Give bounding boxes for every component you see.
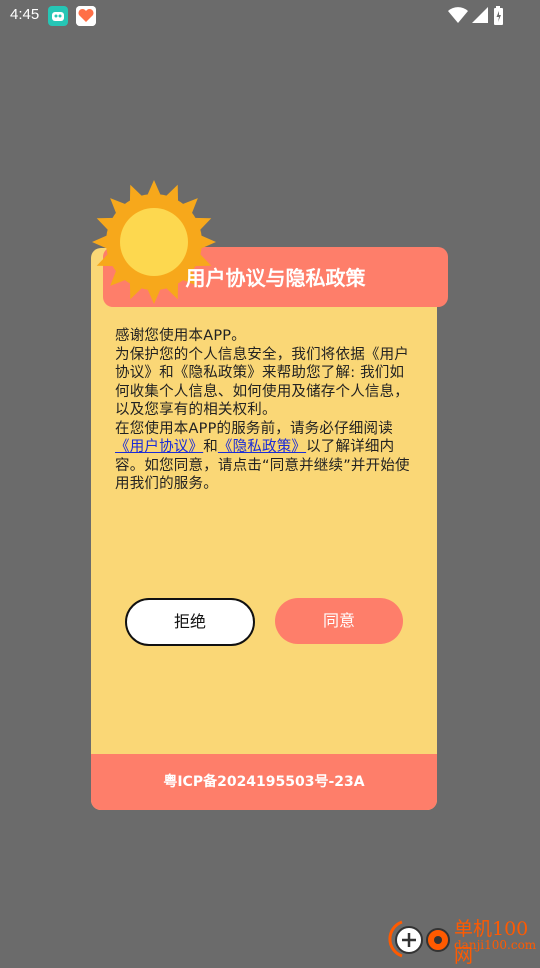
watermark-logo-icon xyxy=(388,920,450,958)
body-conjunction: 和 xyxy=(203,439,218,455)
status-bar: 4:45 xyxy=(0,0,540,32)
icp-footer: 粤ICP备2024195503号-23A xyxy=(91,754,437,810)
dialog-title: 用户协议与隐私政策 xyxy=(185,266,366,290)
body-line-read: 在您使用本APP的服务前，请务必仔细阅读《用户协议》和《隐私政策》以了解详细内容… xyxy=(115,420,415,494)
privacy-policy-link[interactable]: 《隐私政策》 xyxy=(218,439,306,455)
dialog-body: 感谢您使用本APP。 为保护您的个人信息安全，我们将依据《用户协议》和《隐私政策… xyxy=(115,327,415,494)
watermark: 单机100网 danji100.com xyxy=(388,912,538,967)
watermark-url: danji100.com xyxy=(454,938,537,952)
body-line-intro: 为保护您的个人信息安全，我们将依据《用户协议》和《隐私政策》来帮助您了解: 我们… xyxy=(115,346,409,419)
reject-button[interactable]: 拒绝 xyxy=(125,598,255,646)
game-controller-app-icon xyxy=(48,6,68,26)
signal-icon xyxy=(471,6,489,28)
wifi-icon xyxy=(448,6,468,28)
body-line-thanks: 感谢您使用本APP。 xyxy=(115,328,246,344)
status-time: 4:45 xyxy=(10,6,40,23)
body-read-prefix: 在您使用本APP的服务前，请务必仔细阅读 xyxy=(115,420,393,437)
heart-app-icon xyxy=(76,6,96,26)
battery-icon xyxy=(493,6,505,30)
user-agreement-link[interactable]: 《用户协议》 xyxy=(115,439,203,455)
agree-button[interactable]: 同意 xyxy=(275,598,403,644)
